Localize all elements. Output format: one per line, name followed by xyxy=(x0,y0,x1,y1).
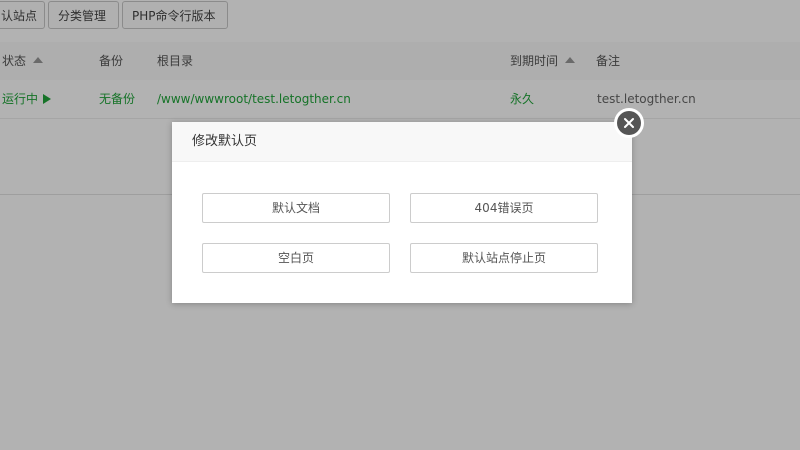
site-management-page: 认站点 分类管理 PHP命令行版本 状态 备份 根目录 到期时间 备注 运行中 … xyxy=(0,0,800,450)
default-site-stop-page-button[interactable]: 默认站点停止页 xyxy=(410,243,598,273)
dialog-title: 修改默认页 xyxy=(192,134,258,149)
default-page-dialog: 修改默认页 默认文档 404错误页 空白页 默认站点停止页 xyxy=(172,108,644,303)
404-error-page-button[interactable]: 404错误页 xyxy=(410,193,598,223)
blank-page-button[interactable]: 空白页 xyxy=(202,243,390,273)
close-button[interactable] xyxy=(614,108,644,138)
close-icon xyxy=(617,111,641,135)
dialog-header: 修改默认页 xyxy=(172,122,632,162)
default-document-button[interactable]: 默认文档 xyxy=(202,193,390,223)
